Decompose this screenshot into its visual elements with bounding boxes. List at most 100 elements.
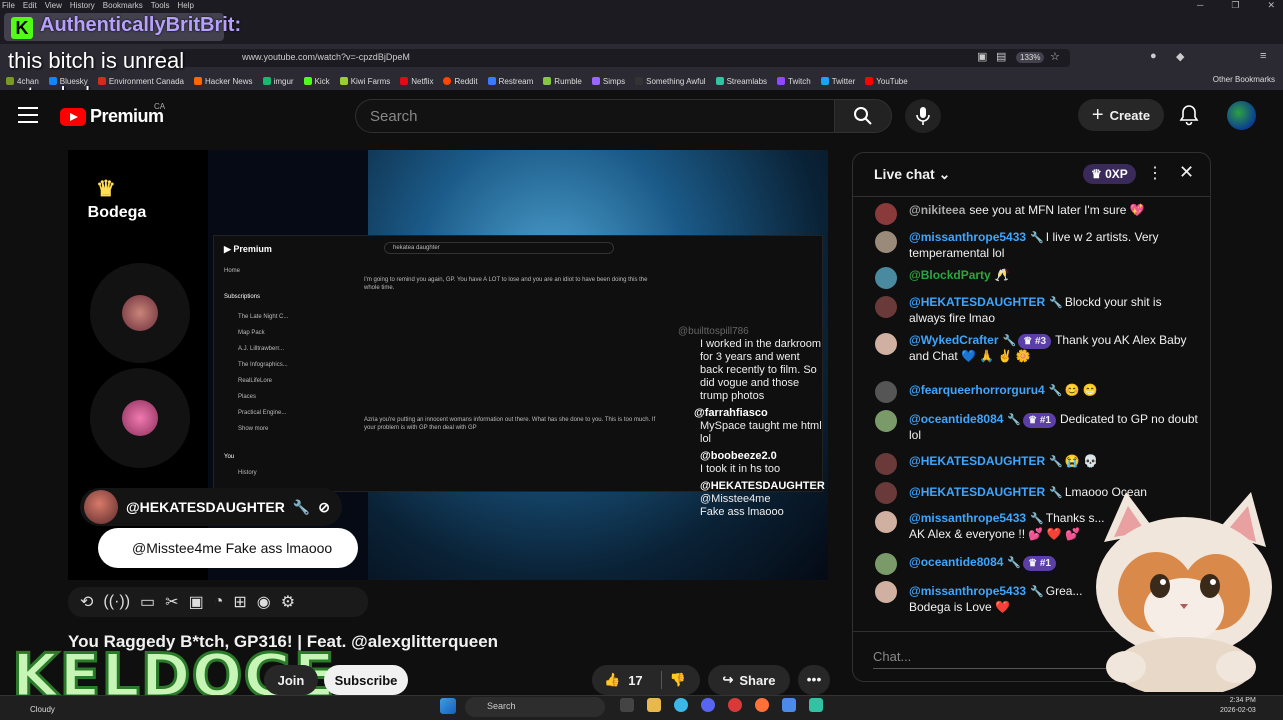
more-vert-icon[interactable]: ⋮ xyxy=(1147,163,1163,183)
chat-author[interactable]: @BlockdParty xyxy=(909,268,991,282)
browser-menubar: File Edit View History Bookmarks Tools H… xyxy=(0,0,1283,11)
chat-author[interactable]: @HEKATESDAUGHTER xyxy=(909,454,1045,468)
video-player[interactable]: ♛ Bodega ▶ Premium hekatea daughter Home… xyxy=(68,150,828,580)
inner-chat-user: @HEKATESDAUGHTER xyxy=(700,480,825,492)
menu-icon[interactable]: ≡ xyxy=(1260,50,1266,62)
share-icon: ↪ xyxy=(722,672,734,687)
bookmark-twitter[interactable]: Twitter xyxy=(820,77,855,86)
chat-author[interactable]: @missanthrope5433 xyxy=(909,584,1026,598)
bookmark-imgur[interactable]: imgur xyxy=(262,77,294,86)
chat-author[interactable]: @nikiteea xyxy=(909,203,965,217)
inner-live-chat: @builttospill786 I worked in the darkroo… xyxy=(678,325,825,575)
chat-author[interactable]: @oceantide8084 xyxy=(909,555,1003,569)
app-icon[interactable] xyxy=(782,698,796,712)
fullscreen-icon[interactable]: ⊞ xyxy=(233,592,246,612)
search-input[interactable]: Search xyxy=(355,99,835,133)
stable-volume-icon[interactable]: ((·)) xyxy=(103,593,130,611)
wrench-icon: 🔧 xyxy=(292,498,311,515)
bookmark-something-awful[interactable]: Something Awful xyxy=(635,77,706,86)
menu-view[interactable]: View xyxy=(45,1,62,10)
account-avatar[interactable] xyxy=(1227,101,1256,130)
bookmark-kiwi-farms[interactable]: Kiwi Farms xyxy=(339,77,390,86)
chat-author[interactable]: @missanthrope5433 xyxy=(909,230,1026,244)
clip-icon[interactable]: ✂ xyxy=(165,592,178,612)
menu-edit[interactable]: Edit xyxy=(23,1,37,10)
youtube-logo[interactable]: Premium xyxy=(60,106,164,127)
bookmark-label: Restream xyxy=(498,76,534,86)
create-label: Create xyxy=(1109,107,1151,123)
menu-history[interactable]: History xyxy=(70,1,95,10)
bookmark-netflix[interactable]: Netflix xyxy=(400,77,433,86)
subtitles-icon[interactable]: ▭ xyxy=(140,592,155,612)
imgur-icon xyxy=(262,77,271,85)
notifications-bell-icon[interactable] xyxy=(1178,104,1200,131)
app-icon[interactable] xyxy=(728,698,742,712)
menu-tools[interactable]: Tools xyxy=(151,1,170,10)
dislike-icon[interactable]: 👎 xyxy=(670,672,686,688)
bookmark-label: Rumble xyxy=(554,76,582,86)
chat-author[interactable]: @WykedCrafter xyxy=(909,333,999,347)
file-explorer-icon[interactable] xyxy=(647,698,661,712)
menu-bookmarks[interactable]: Bookmarks xyxy=(103,1,143,10)
bookmark-simps[interactable]: Simps xyxy=(591,77,625,86)
subscribe-button[interactable]: Subscribe xyxy=(324,665,408,695)
menu-file[interactable]: File xyxy=(2,1,15,10)
like-icon[interactable]: 👍 xyxy=(604,672,620,688)
bookmark-rumble[interactable]: Rumble xyxy=(543,77,582,86)
bookmark-streamlabs[interactable]: Streamlabs xyxy=(715,77,767,86)
bookmark-kick[interactable]: Kick xyxy=(303,77,330,86)
inner-nav-item: History xyxy=(238,470,257,476)
taskbar-search[interactable]: Search xyxy=(465,697,605,717)
discord-icon[interactable] xyxy=(701,698,715,712)
miniplayer-icon[interactable]: ▣ xyxy=(189,592,204,612)
speed-icon[interactable]: ◔ xyxy=(214,593,224,611)
taskbar-clock[interactable]: 2:34 PM 2026-02-03 xyxy=(1220,696,1256,716)
live-chat-title[interactable]: Live chat ⌄ xyxy=(874,166,950,183)
chat-avatar xyxy=(875,333,897,355)
share-button[interactable]: ↪ Share xyxy=(708,665,790,695)
chat-avatar xyxy=(875,453,897,475)
chat-text: see you at MFN later I'm sure 💖 xyxy=(969,203,1145,217)
inner-nav-item: RealLifeLore xyxy=(238,378,273,384)
taskview-icon[interactable] xyxy=(620,698,634,712)
url-bar[interactable]: www.youtube.com/watch?v=-cpzdBjDpeM xyxy=(160,49,1070,67)
reader-icon[interactable]: ▣ xyxy=(977,50,987,63)
maximize-icon[interactable]: ❐ xyxy=(1231,0,1239,11)
chat-author[interactable]: @HEKATESDAUGHTER xyxy=(909,485,1045,499)
bookmark-youtube[interactable]: YouTube xyxy=(865,77,908,86)
other-bookmarks[interactable]: Other Bookmarks xyxy=(1213,75,1275,84)
bookmark-twitch[interactable]: Twitch xyxy=(777,77,811,86)
puzzle-icon[interactable]: ◆ xyxy=(1176,50,1184,63)
bookmark-restream[interactable]: Restream xyxy=(487,76,534,86)
chat-author[interactable]: @fearqueerhorrorguru4 xyxy=(909,383,1045,397)
extension-icon[interactable]: ● xyxy=(1150,50,1157,62)
window-close-icon[interactable]: ✕ xyxy=(1267,0,1275,11)
firefox-icon[interactable] xyxy=(755,698,769,712)
chat-input[interactable]: Chat... xyxy=(873,645,1113,669)
hamburger-menu-icon[interactable] xyxy=(18,107,38,123)
loop-icon[interactable]: ⟲ xyxy=(80,592,93,612)
minimize-icon[interactable]: ─ xyxy=(1197,0,1203,11)
search-button[interactable] xyxy=(834,99,892,133)
picture-icon[interactable]: ▤ xyxy=(996,50,1006,63)
chat-author[interactable]: @missanthrope5433 xyxy=(909,511,1026,525)
create-button[interactable]: + Create xyxy=(1078,99,1164,131)
screenshot-icon[interactable]: ◉ xyxy=(257,592,271,612)
weather-widget[interactable]: Cloudy xyxy=(30,705,55,714)
close-chat-icon[interactable]: ✕ xyxy=(1179,162,1194,183)
chat-author[interactable]: @oceantide8084 xyxy=(909,412,1003,426)
star-icon[interactable]: ☆ xyxy=(1050,50,1060,63)
bookmark-reddit[interactable]: Reddit xyxy=(443,77,478,86)
xp-value: 0XP xyxy=(1105,167,1128,181)
menu-help[interactable]: Help xyxy=(177,1,193,10)
chat-author[interactable]: @HEKATESDAUGHTER xyxy=(909,295,1045,309)
zoom-level[interactable]: 133% xyxy=(1016,52,1045,63)
settings-gear-icon[interactable]: ⚙ xyxy=(281,592,295,612)
voice-search-button[interactable] xyxy=(905,99,941,133)
copilot-icon[interactable] xyxy=(674,698,688,712)
start-windows-icon[interactable] xyxy=(440,698,456,714)
join-button[interactable]: Join xyxy=(264,665,318,695)
streamlabs-icon[interactable] xyxy=(809,698,823,712)
more-actions-button[interactable]: ••• xyxy=(798,665,830,695)
xp-badge[interactable]: ♛ 0XP xyxy=(1083,164,1136,184)
